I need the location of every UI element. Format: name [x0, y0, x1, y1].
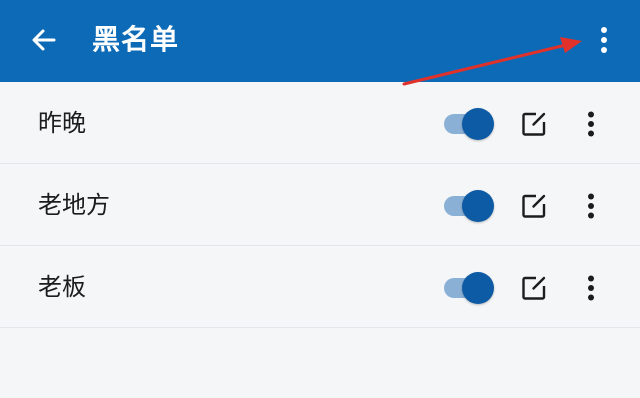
enable-toggle[interactable] — [442, 270, 494, 304]
edit-icon — [522, 276, 546, 300]
item-more-button[interactable] — [576, 108, 606, 140]
page-title: 黑名单 — [92, 23, 180, 56]
back-button[interactable] — [26, 22, 62, 58]
item-more-button[interactable] — [576, 272, 606, 304]
toggle-thumb — [462, 190, 494, 222]
toggle-thumb — [462, 272, 494, 304]
list-item-label: 老板 — [38, 273, 86, 301]
toggle-thumb — [462, 108, 494, 140]
list-item-label: 昨晚 — [38, 109, 86, 137]
list-item: 老地方 — [0, 164, 640, 246]
more-vert-icon — [588, 111, 594, 137]
app-bar: 黑名单 — [0, 0, 640, 82]
edit-button[interactable] — [518, 108, 550, 140]
item-more-button[interactable] — [576, 190, 606, 222]
more-vert-icon — [588, 193, 594, 219]
edit-icon — [522, 194, 546, 218]
back-arrow-icon — [32, 29, 56, 51]
edit-icon — [522, 112, 546, 136]
more-vert-icon — [588, 275, 594, 301]
more-options-button[interactable] — [588, 22, 620, 58]
list-item: 老板 — [0, 246, 640, 328]
enable-toggle[interactable] — [442, 106, 494, 140]
list-item-label: 老地方 — [38, 191, 110, 219]
list-item: 昨晚 — [0, 82, 640, 164]
edit-button[interactable] — [518, 190, 550, 222]
enable-toggle[interactable] — [442, 188, 494, 222]
edit-button[interactable] — [518, 272, 550, 304]
more-vert-icon — [601, 27, 607, 53]
